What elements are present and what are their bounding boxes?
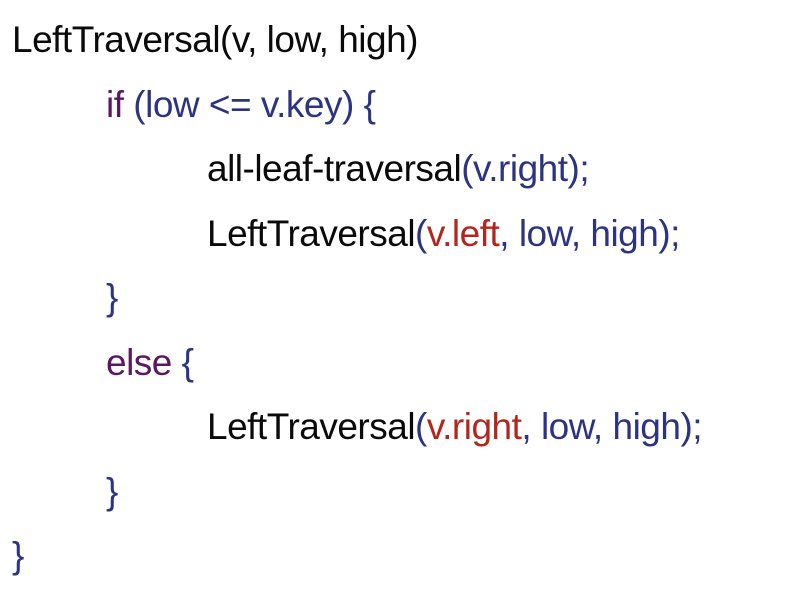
- code-line: }: [12, 266, 702, 331]
- code-line: if (low <= v.key) {: [12, 73, 702, 138]
- code-line: }: [12, 524, 702, 589]
- code-token: (v.right);: [461, 148, 590, 189]
- code-line: }: [12, 460, 702, 525]
- code-line: else {: [12, 331, 702, 396]
- code-token: LeftTraversal: [207, 406, 416, 447]
- code-token: else: [106, 341, 172, 383]
- pseudocode-block: LeftTraversal(v, low, high) if (low <= v.…: [12, 8, 703, 589]
- code-token: all-leaf-traversal: [207, 148, 462, 189]
- code-token: LeftTraversal(v, low, high): [12, 19, 418, 60]
- code-token: }: [106, 277, 118, 318]
- code-token: }: [12, 535, 24, 576]
- code-token: (low <= v.key) {: [123, 83, 376, 125]
- code-token: }: [106, 470, 118, 512]
- code-token: (: [415, 212, 427, 254]
- code-token: v.left: [426, 212, 500, 254]
- code-line: LeftTraversal(v.right, low, high);: [12, 395, 703, 460]
- code-token: LeftTraversal: [207, 212, 416, 254]
- code-token: , low, high);: [521, 406, 703, 447]
- code-line: all-leaf-traversal(v.right);: [12, 137, 702, 202]
- code-token: {: [171, 341, 194, 383]
- code-token: (: [415, 406, 427, 447]
- code-line: LeftTraversal(v.left, low, high);: [12, 202, 702, 267]
- code-token: , low, high);: [499, 212, 680, 254]
- code-token: if: [106, 83, 124, 125]
- code-token: v.right: [426, 406, 522, 447]
- code-line: LeftTraversal(v, low, high): [12, 8, 702, 73]
